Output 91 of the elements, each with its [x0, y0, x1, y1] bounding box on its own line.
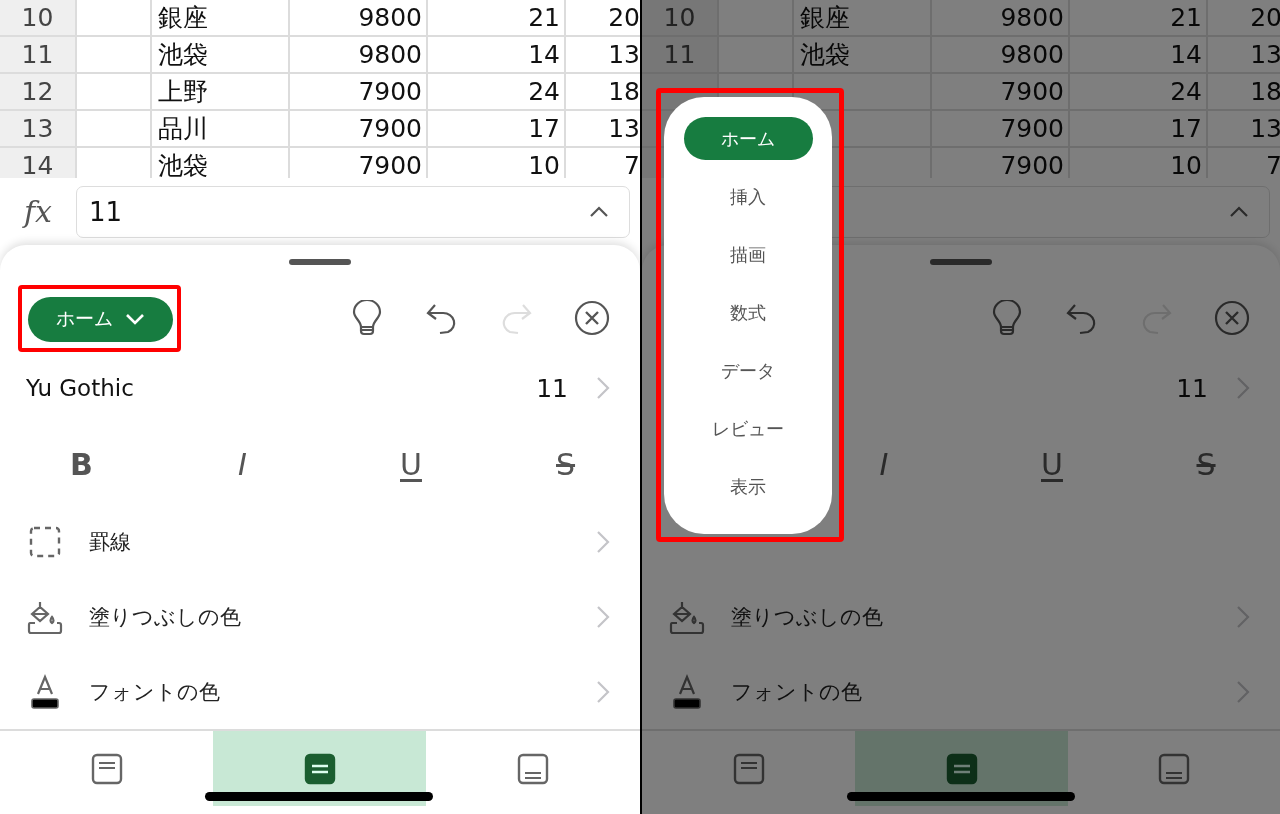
caret-up-icon[interactable] [589, 205, 609, 218]
tab-menu-item[interactable]: ホーム [683, 117, 813, 160]
chevron-right-icon[interactable] [596, 604, 610, 629]
table-cell[interactable]: 7 [1208, 148, 1280, 178]
table-cell[interactable]: 上野 [152, 74, 290, 109]
table-cell[interactable]: 20 [566, 0, 640, 35]
table-cell[interactable]: 9800 [290, 37, 428, 72]
chevron-right-icon[interactable] [596, 529, 610, 554]
tab-dropdown-button[interactable]: ホーム [28, 296, 173, 342]
chevron-right-icon[interactable] [1236, 679, 1250, 704]
table-cell[interactable]: 17 [428, 111, 566, 146]
option-label[interactable]: 罫線 [89, 527, 131, 556]
table-cell[interactable]: 9800 [290, 0, 428, 35]
row-header[interactable]: 11 [0, 37, 77, 72]
table-cell[interactable]: 14 [1070, 37, 1208, 72]
drag-handle[interactable] [289, 259, 351, 265]
panel-icon [732, 753, 765, 785]
tab-menu-item[interactable]: 描画 [683, 233, 813, 276]
panel-icon [90, 753, 123, 785]
font-name[interactable]: Yu Gothic [26, 375, 134, 401]
row-header[interactable]: 11 [642, 37, 719, 72]
row-header[interactable]: 10 [642, 0, 719, 35]
row-header[interactable]: 12 [0, 74, 77, 109]
table-cell[interactable]: 20 [1208, 0, 1280, 35]
underline-button[interactable]: U [1035, 447, 1069, 482]
table-cell[interactable]: 13 [566, 37, 640, 72]
chevron-right-icon[interactable] [596, 679, 610, 704]
tab-menu-item[interactable]: データ [683, 349, 813, 392]
table-cell[interactable]: 池袋 [152, 148, 290, 178]
underline-button[interactable]: U [394, 447, 428, 482]
lightbulb-icon[interactable] [350, 300, 384, 336]
table-cell[interactable]: 品川 [152, 111, 290, 146]
table-cell[interactable]: 24 [428, 74, 566, 109]
chevron-down-icon [125, 313, 145, 325]
chevron-right-icon[interactable] [596, 376, 610, 400]
bold-button[interactable]: B [64, 447, 99, 482]
table-cell[interactable]: 18 [1208, 74, 1280, 109]
table-cell[interactable]: 14 [428, 37, 566, 72]
close-icon[interactable] [1214, 300, 1250, 336]
formula-input-field[interactable]: 11 [76, 185, 630, 238]
table-cell[interactable]: 7900 [932, 148, 1070, 178]
table-cell[interactable]: 7 [566, 148, 640, 178]
font-size[interactable]: 11 [1176, 373, 1208, 403]
option-label[interactable]: 塗りつぶしの色 [89, 602, 241, 631]
lightbulb-icon[interactable] [990, 300, 1024, 336]
panel-icon [303, 753, 336, 785]
option-label[interactable]: 塗りつぶしの色 [731, 602, 883, 631]
panel-icon [517, 753, 549, 785]
table-cell[interactable]: 10 [428, 148, 566, 178]
font-size[interactable]: 11 [536, 373, 568, 403]
table-cell[interactable]: 銀座 [152, 0, 290, 35]
row-header[interactable]: 10 [0, 0, 77, 35]
table-cell[interactable]: 18 [566, 74, 640, 109]
option-label[interactable]: フォントの色 [731, 677, 862, 706]
row-header[interactable]: 14 [0, 148, 77, 178]
tab-menu-item[interactable]: レビュー [683, 407, 813, 450]
panel-icon [1158, 753, 1190, 785]
table-cell[interactable]: 9800 [932, 37, 1070, 72]
chevron-right-icon[interactable] [1236, 604, 1250, 629]
close-icon[interactable] [574, 300, 610, 336]
formula-label: fx [21, 194, 53, 229]
table-cell[interactable]: 10 [1070, 148, 1208, 178]
table-cell[interactable]: 7900 [932, 111, 1070, 146]
option-label[interactable]: フォントの色 [89, 677, 220, 706]
drag-handle[interactable] [930, 259, 992, 265]
table-cell[interactable]: 21 [1070, 0, 1208, 35]
table-cell[interactable]: 13 [1208, 111, 1280, 146]
table-cell[interactable]: 池袋 [152, 37, 290, 72]
table-cell[interactable]: 池袋 [794, 37, 932, 72]
table-cell[interactable]: 13 [566, 111, 640, 146]
strikethrough-button[interactable]: S [1190, 447, 1222, 482]
table-cell[interactable]: 銀座 [794, 0, 932, 35]
table-cell[interactable]: 13 [1208, 37, 1280, 72]
table-cell[interactable]: 17 [1070, 111, 1208, 146]
caret-up-icon[interactable] [1229, 205, 1249, 218]
table-cell[interactable]: 9800 [932, 0, 1070, 35]
panel-icon [945, 753, 978, 785]
tab-menu-item[interactable]: 表示 [683, 465, 813, 508]
table-cell[interactable]: 7900 [290, 148, 428, 178]
italic-button[interactable]: I [873, 447, 895, 482]
table-cell[interactable]: 7900 [290, 111, 428, 146]
tab-menu-item[interactable]: 挿入 [683, 175, 813, 218]
strikethrough-button[interactable]: S [550, 447, 582, 482]
table-cell[interactable]: 24 [1070, 74, 1208, 109]
table-cell[interactable]: 7900 [290, 74, 428, 109]
tab-menu-item[interactable]: 数式 [683, 291, 813, 334]
row-header[interactable]: 13 [0, 111, 77, 146]
italic-button[interactable]: I [232, 447, 253, 482]
chevron-right-icon[interactable] [1236, 376, 1250, 400]
table-cell[interactable]: 7900 [932, 74, 1070, 109]
table-cell[interactable]: 21 [428, 0, 566, 35]
